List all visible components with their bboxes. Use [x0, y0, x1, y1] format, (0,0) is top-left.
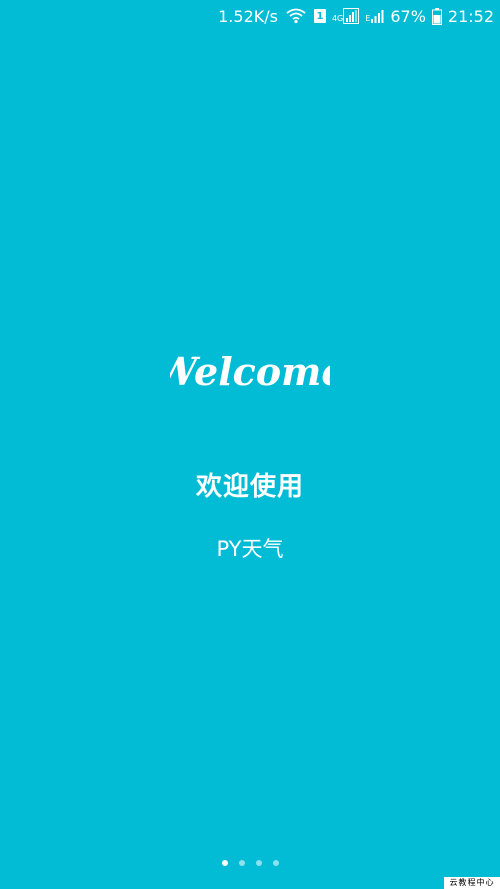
wifi-icon	[286, 8, 306, 24]
sim1-signal: 4G	[331, 8, 360, 24]
page-dot[interactable]	[221, 860, 228, 866]
app-name: PY天气	[216, 537, 284, 561]
sim2-signal: E	[365, 8, 384, 24]
page-dot[interactable]	[238, 860, 245, 866]
signal-icon	[370, 8, 384, 24]
sim-slot-badge: 1	[312, 9, 326, 23]
welcome-title: 欢迎使用	[195, 472, 304, 502]
status-bar: 1.52K/s 1 4G E 67% 21:52	[0, 0, 500, 32]
page-dot[interactable]	[272, 860, 279, 866]
watermark: 云教程中心	[444, 877, 500, 889]
sim-slot-number: 1	[313, 9, 326, 23]
page-indicator[interactable]	[0, 858, 500, 868]
signal-icon	[343, 8, 360, 24]
network-speed: 1.52K/s	[218, 6, 278, 26]
battery-icon	[431, 7, 442, 25]
battery-percent: 67%	[390, 6, 426, 26]
page-dot[interactable]	[255, 860, 262, 866]
clock: 21:52	[447, 6, 494, 26]
sim1-network-type: 4G	[331, 14, 344, 23]
welcome-script-text: Welcome	[170, 349, 330, 394]
welcome-script-logo: Welcome	[0, 345, 500, 401]
